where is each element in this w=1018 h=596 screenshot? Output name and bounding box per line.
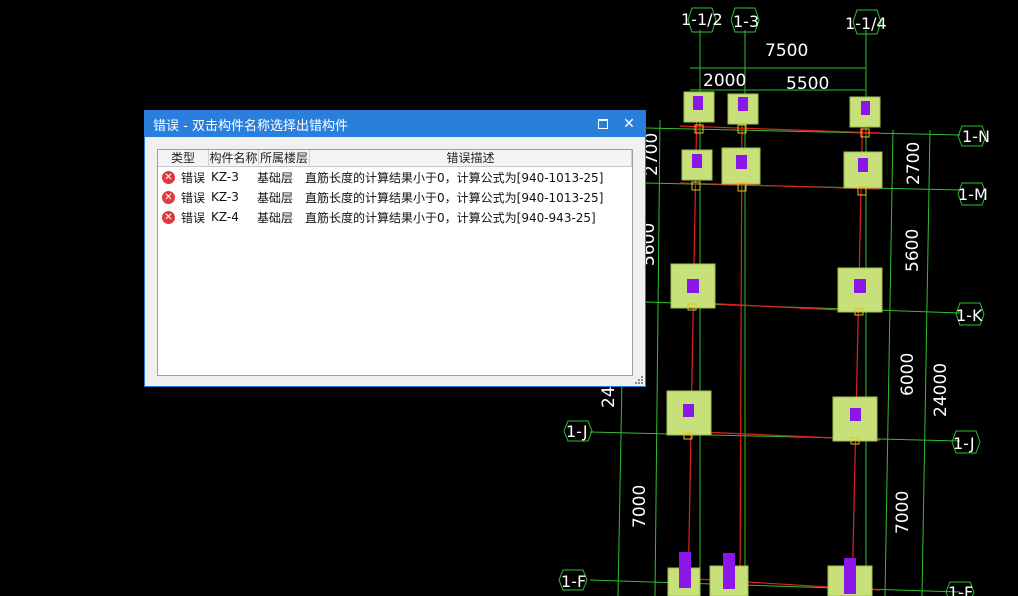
table-row[interactable]: ✕ 错误 KZ-3 基础层 直筋长度的计算结果小于0，计算公式为[940-101… — [158, 187, 632, 207]
dim-label: 24000 — [931, 363, 951, 417]
table-row[interactable]: ✕ 错误 KZ-4 基础层 直筋长度的计算结果小于0，计算公式为[940-943… — [158, 207, 632, 227]
row-floor: 基础层 — [257, 170, 294, 185]
error-icon: ✕ — [162, 210, 175, 224]
row-description: 直筋长度的计算结果小于0，计算公式为[940-1013-25] — [305, 190, 604, 205]
dim-label: 2000 — [703, 71, 746, 91]
row-type: 错误 — [181, 190, 206, 205]
dim-label: 7000 — [630, 485, 650, 528]
dim-label: 24 — [599, 386, 619, 408]
column-header-floor[interactable]: 所属楼层 — [259, 150, 310, 166]
axis-label-left: 1-J — [566, 422, 588, 441]
column-header-desc[interactable]: 错误描述 — [310, 150, 632, 166]
column-header-type[interactable]: 类型 — [158, 150, 209, 166]
error-table[interactable]: 类型 构件名称 所属楼层 错误描述 ✕ 错误 KZ-3 基础层 直筋长度的计算结… — [157, 149, 633, 376]
row-component-name[interactable]: KZ-4 — [211, 210, 257, 224]
row-component-name[interactable]: KZ-3 — [211, 190, 257, 204]
row-floor: 基础层 — [257, 190, 294, 205]
axis-label-right: 1-J — [953, 434, 975, 453]
axis-label-right: 1-F — [948, 583, 973, 596]
axis-label-right: 1-M — [958, 185, 988, 204]
row-description: 直筋长度的计算结果小于0，计算公式为[940-943-25] — [305, 210, 596, 225]
axis-label-top: 1-1/4 — [845, 14, 887, 33]
table-header: 类型 构件名称 所属楼层 错误描述 — [158, 150, 632, 167]
dialog-titlebar[interactable]: 错误 - 双击构件名称选择出错构件 ✕ — [145, 111, 645, 137]
dimension-labels: 7500 2000 5500 2700 5600 6000 7000 24000… — [599, 41, 951, 534]
close-icon[interactable]: ✕ — [619, 114, 639, 134]
dim-label: 5600 — [903, 229, 923, 272]
row-description: 直筋长度的计算结果小于0，计算公式为[940-1013-25] — [305, 170, 604, 185]
dim-label: 2700 — [904, 142, 924, 185]
axis-label-top: 1-3 — [733, 12, 759, 31]
row-type: 错误 — [181, 210, 206, 225]
column-header-name[interactable]: 构件名称 — [209, 150, 259, 166]
axis-label-top: 1-1/2 — [681, 10, 723, 29]
table-row[interactable]: ✕ 错误 KZ-3 基础层 直筋长度的计算结果小于0，计算公式为[940-101… — [158, 167, 632, 187]
maximize-icon[interactable] — [593, 114, 613, 134]
axis-label-right: 1-K — [956, 306, 983, 325]
row-floor: 基础层 — [257, 210, 294, 225]
axis-label-right: 1-N — [962, 127, 990, 146]
dialog-title: 错误 - 双击构件名称选择出错构件 — [153, 118, 348, 134]
dim-label: 7500 — [765, 41, 808, 61]
axis-label-left: 1-F — [561, 572, 586, 591]
error-icon: ✕ — [162, 170, 175, 184]
error-dialog[interactable]: 错误 - 双击构件名称选择出错构件 ✕ 类型 构件名称 所属楼层 错误描述 ✕ … — [144, 110, 646, 387]
row-component-name[interactable]: KZ-3 — [211, 170, 257, 184]
dim-label: 5500 — [786, 74, 829, 94]
error-icon: ✕ — [162, 190, 175, 204]
resize-grip-icon[interactable] — [635, 376, 643, 384]
dim-label: 6000 — [898, 353, 918, 396]
dim-label: 7000 — [893, 491, 913, 534]
row-type: 错误 — [181, 170, 206, 185]
